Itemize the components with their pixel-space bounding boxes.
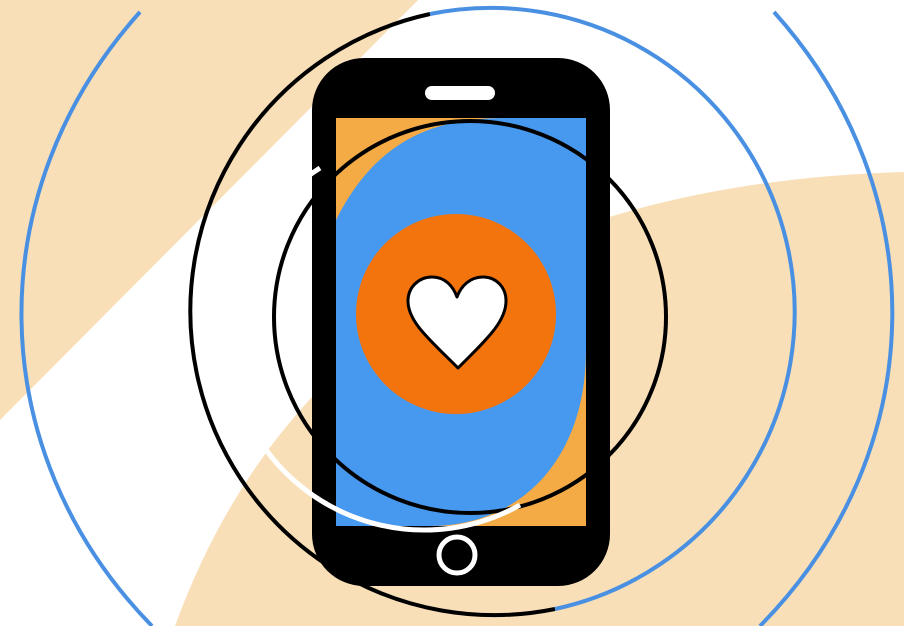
smartphone-heart-illustration [0,0,904,626]
speaker-slot-icon [425,86,495,100]
